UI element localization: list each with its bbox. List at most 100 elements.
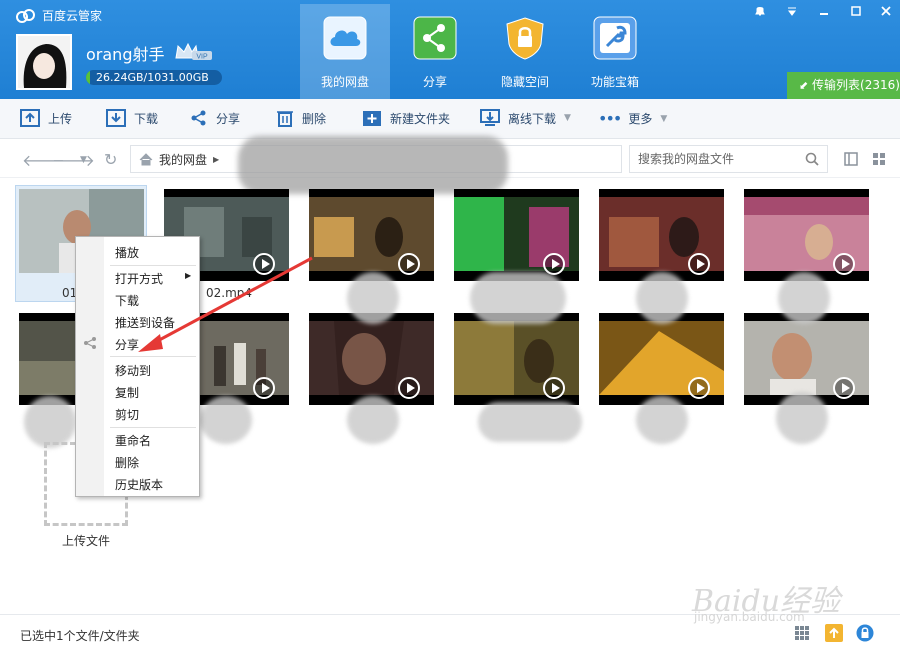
nav-my-disk[interactable]: 我的网盘 — [300, 4, 390, 99]
offline-download-button[interactable]: 离线下载 ▼ — [480, 109, 571, 127]
menu-item-open-with[interactable]: 打开方式 — [115, 270, 163, 287]
watermark-url: jingyan.baidu.com — [694, 610, 805, 624]
avatar[interactable] — [16, 34, 72, 90]
menu-item-copy[interactable]: 复制 — [115, 384, 139, 401]
offline-download-icon — [480, 109, 500, 126]
play-icon — [398, 377, 420, 399]
context-menu: 播放 打开方式 ▶ 下载 推送到设备 分享 移动到 复制 剪切 重命名 删除 历… — [75, 236, 200, 497]
close-icon[interactable] — [872, 0, 900, 22]
transfer-arrow-icon: ⬋ — [799, 79, 809, 92]
cloud-icon — [323, 16, 367, 60]
menu-item-share[interactable]: 分享 — [115, 336, 139, 353]
search-icon[interactable] — [805, 152, 819, 166]
menu-item-play[interactable]: 播放 — [115, 244, 139, 261]
notification-icon[interactable] — [746, 0, 774, 22]
menu-item-rename[interactable]: 重命名 — [115, 432, 151, 449]
video-thumbnail[interactable] — [744, 313, 869, 405]
upload-status-icon[interactable] — [825, 624, 843, 642]
vip-badge-text: VIP — [196, 54, 208, 61]
more-label: 更多 — [628, 112, 653, 126]
play-icon — [253, 377, 275, 399]
maximize-icon[interactable] — [842, 0, 870, 22]
play-icon — [253, 253, 275, 275]
nav-label: 我的网盘 — [320, 75, 369, 89]
breadcrumb-root[interactable]: 我的网盘 — [159, 151, 207, 168]
file-name[interactable]: 02.mp4 — [206, 286, 252, 300]
list-view-icon[interactable] — [844, 152, 858, 166]
share-icon — [84, 337, 96, 349]
menu-separator — [110, 356, 196, 357]
video-thumbnail[interactable] — [599, 189, 724, 281]
baidu-jingyan-watermark: Baidu经验 jingyan.baidu.com — [692, 576, 840, 624]
breadcrumb-chevron-icon: ▶ — [213, 154, 220, 164]
share-icon — [191, 110, 206, 126]
search-placeholder: 搜索我的网盘文件 — [638, 152, 735, 166]
blurred-filename — [470, 272, 566, 324]
delete-label: 删除 — [302, 111, 327, 126]
video-thumbnail[interactable] — [454, 189, 579, 281]
delete-button[interactable]: 删除 — [276, 109, 326, 127]
lock-status-icon[interactable] — [856, 624, 874, 642]
menu-item-delete[interactable]: 删除 — [115, 454, 139, 471]
more-button[interactable]: ••• 更多 ▼ — [598, 109, 667, 128]
title-bar: 百度云管家 orang射手 VIP 26.24GB/1031.00GB 我的网盘… — [0, 0, 900, 99]
history-dropdown-icon[interactable]: ▼ — [80, 155, 87, 165]
nav-label: 分享 — [422, 75, 447, 89]
grid-icon[interactable] — [794, 625, 810, 641]
new-folder-icon — [363, 111, 381, 126]
video-thumbnail[interactable] — [309, 189, 434, 281]
upload-icon — [20, 109, 40, 127]
grid-view-icon[interactable] — [872, 152, 886, 166]
avatar-image — [18, 36, 70, 88]
username: orang射手 — [86, 45, 165, 64]
nav-hidden-space[interactable]: 隐藏空间 — [480, 4, 570, 99]
menu-item-download[interactable]: 下载 — [115, 292, 139, 309]
menu-gutter — [76, 237, 104, 496]
menu-item-move-to[interactable]: 移动到 — [115, 362, 151, 379]
selection-status: 已选中1个文件/文件夹 — [20, 629, 140, 643]
minimize-icon[interactable] — [810, 0, 838, 22]
video-thumbnail[interactable] — [454, 313, 579, 405]
nav-label: 功能宝箱 — [590, 75, 639, 89]
blurred-filename — [478, 402, 582, 442]
blurred-filename — [347, 396, 399, 444]
blurred-filename — [24, 396, 76, 448]
play-icon — [398, 253, 420, 275]
play-icon — [688, 377, 710, 399]
quota-text: 26.24GB/1031.00GB — [96, 71, 209, 84]
transfer-list-button[interactable]: ⬋ 传输列表(2316) — [787, 72, 900, 99]
play-icon — [543, 253, 565, 275]
video-thumbnail[interactable] — [744, 189, 869, 281]
nav-share[interactable]: 分享 — [390, 4, 480, 99]
menu-item-history[interactable]: 历史版本 — [115, 476, 163, 493]
toolbar: 上传 下载 分享 删除 新建文件夹 离线下载 ▼ ••• 更多 ▼ — [0, 99, 900, 139]
menu-separator — [110, 265, 196, 266]
blurred-path — [238, 136, 508, 194]
share-button[interactable]: 分享 — [190, 109, 240, 127]
download-button[interactable]: 下载 — [106, 109, 158, 127]
video-thumbnail[interactable] — [309, 313, 434, 405]
more-dots-icon: ••• — [598, 109, 622, 128]
quota-fill — [86, 70, 90, 85]
menu-item-push-to-device[interactable]: 推送到设备 — [115, 314, 175, 331]
play-icon — [543, 377, 565, 399]
video-thumbnail[interactable] — [599, 313, 724, 405]
menu-item-cut[interactable]: 剪切 — [115, 406, 139, 423]
upload-button[interactable]: 上传 — [20, 109, 72, 127]
search-input[interactable]: 搜索我的网盘文件 — [629, 145, 828, 173]
download-label: 下载 — [134, 111, 159, 126]
quota-bar: 26.24GB/1031.00GB — [86, 70, 222, 85]
offline-download-label: 离线下载 — [508, 111, 557, 126]
download-icon — [106, 109, 126, 127]
new-folder-button[interactable]: 新建文件夹 — [362, 109, 450, 127]
dropdown-icon[interactable] — [778, 0, 806, 22]
refresh-icon[interactable]: ↻ — [104, 150, 117, 169]
menu-separator — [110, 427, 196, 428]
nav-toolbox[interactable]: 功能宝箱 — [570, 4, 660, 99]
blurred-filename — [778, 272, 830, 324]
play-icon — [688, 253, 710, 275]
home-icon — [139, 152, 153, 165]
blurred-filename — [776, 392, 828, 444]
blurred-filename — [636, 272, 688, 324]
forward-arrow-icon[interactable]: 🡒 — [52, 150, 95, 170]
